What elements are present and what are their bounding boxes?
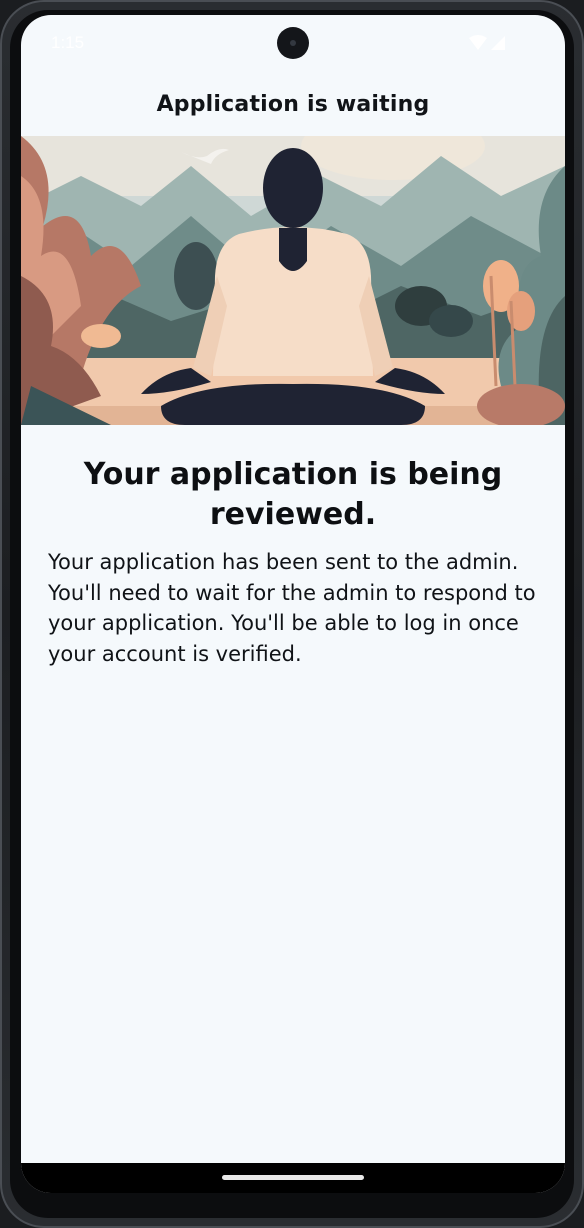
front-camera <box>277 27 309 59</box>
app-bar: Application is waiting <box>21 73 565 135</box>
cell-signal-icon <box>491 36 505 50</box>
navigation-bar <box>21 1163 565 1193</box>
wifi-icon <box>469 35 487 50</box>
app-screen: 1:15 Application is waiting Your applica… <box>21 15 565 1193</box>
page-title: Application is waiting <box>156 91 430 117</box>
review-heading: Your application is being reviewed. <box>83 457 503 532</box>
status-icons <box>469 35 509 51</box>
review-message: Your application has been sent to the ad… <box>48 550 536 666</box>
status-time: 1:15 <box>51 33 85 52</box>
content: Your application is being reviewed. Your… <box>21 425 565 669</box>
meditation-illustration <box>21 136 565 425</box>
home-indicator[interactable] <box>222 1175 364 1180</box>
status-bar: 1:15 <box>21 15 565 73</box>
